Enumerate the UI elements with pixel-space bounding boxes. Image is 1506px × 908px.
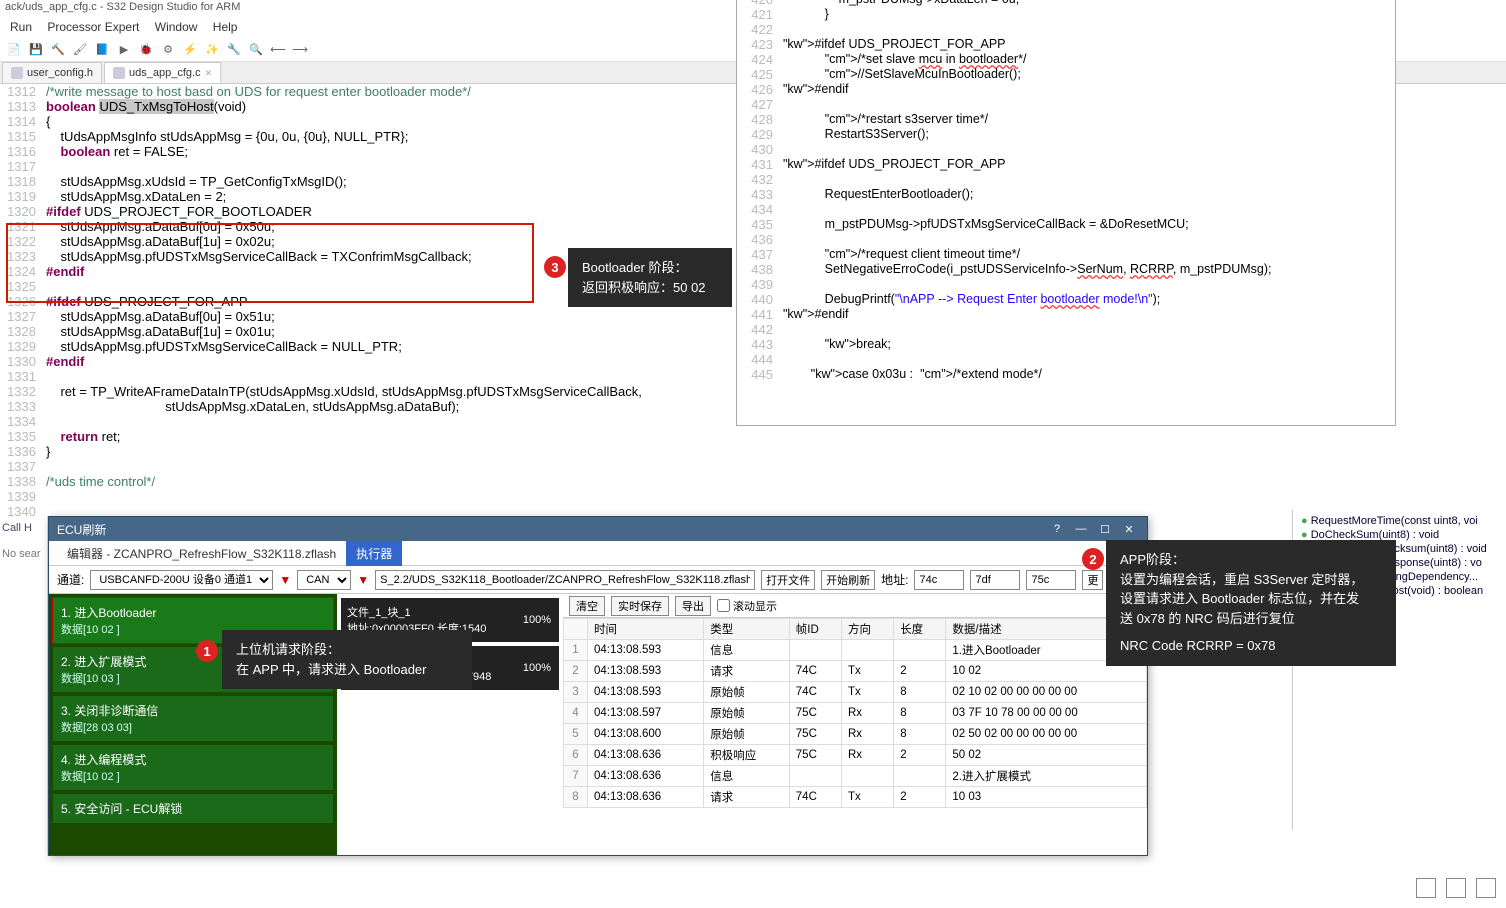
device-select[interactable]: USBCANFD-200U 设备0 通道1 (90, 570, 273, 590)
log-table[interactable]: 时间类型帧ID方向长度数据/描述104:13:08.593信息1.进入Bootl… (563, 618, 1147, 808)
log-toolbar: 清空 实时保存 导出 滚动显示 (563, 594, 1147, 618)
clear-button[interactable]: 清空 (569, 596, 605, 616)
table-row[interactable]: 304:13:08.593原始帧74CTx802 10 02 00 00 00 … (564, 682, 1147, 703)
ecu-window[interactable]: ECU刷新 ? — ☐ ✕ 编辑器 - ZCANPRO_RefreshFlow_… (48, 516, 1148, 856)
ecu-title: ECU刷新 (57, 521, 106, 538)
h-file-icon (11, 67, 23, 79)
save-button[interactable]: 实时保存 (611, 596, 669, 616)
wand-icon[interactable]: ✨ (204, 42, 220, 58)
table-row[interactable]: 804:13:08.636请求74CTx210 03 (564, 787, 1147, 808)
c-file-icon (113, 67, 125, 79)
run-icon[interactable]: ▶ (116, 42, 132, 58)
table-row[interactable]: 204:13:08.593请求74CTx210 02 (564, 661, 1147, 682)
col-header[interactable]: 类型 (704, 619, 790, 640)
gear-icon[interactable]: ⚙ (160, 42, 176, 58)
path-input[interactable] (375, 570, 755, 590)
wrench-icon[interactable]: 🔧 (226, 42, 242, 58)
close-icon[interactable]: ✕ (205, 68, 213, 79)
callout-3: Bootloader 阶段：返回积极响应：50 02 (568, 248, 732, 307)
highlight-bootloader-block (6, 223, 534, 303)
spray-icon[interactable]: 🖌 (72, 42, 88, 58)
tab-editor[interactable]: 编辑器 - ZCANPRO_RefreshFlow_S32K118.zflash (57, 541, 346, 566)
export-button[interactable]: 导出 (675, 596, 711, 616)
col-header[interactable]: 帧ID (789, 619, 841, 640)
table-row[interactable]: 104:13:08.593信息1.进入Bootloader (564, 640, 1147, 661)
table-row[interactable]: 404:13:08.597原始帧75CRx803 7F 10 78 00 00 … (564, 703, 1147, 724)
warn-icon: ▼ (357, 573, 369, 587)
maximize-icon[interactable]: ☐ (1095, 520, 1115, 538)
table-row[interactable]: 504:13:08.600原始帧75CRx802 50 02 00 00 00 … (564, 724, 1147, 745)
step-item[interactable]: 4. 进入编程模式数据[10 02 ] (53, 745, 333, 790)
can-select[interactable]: CAN (297, 570, 351, 590)
hammer-icon[interactable]: 🔨 (50, 42, 66, 58)
table-row[interactable]: 604:13:08.636积极响应75CRx250 02 (564, 745, 1147, 766)
menu-help[interactable]: Help (213, 20, 238, 34)
step-item[interactable]: 5. 安全访问 - ECU解锁 (53, 794, 333, 823)
grid3-icon[interactable] (1476, 878, 1496, 898)
ecu-toolbar: 通道: USBCANFD-200U 设备0 通道1 ▼ CAN ▼ 打开文件 开始刷… (49, 566, 1147, 594)
open-file-button[interactable]: 打开文件 (761, 570, 815, 590)
table-row[interactable]: 704:13:08.636信息2.进入扩展模式 (564, 766, 1147, 787)
outline-item[interactable]: ● RequestMoreTime(const uint8, voi (1297, 514, 1502, 528)
help-icon[interactable]: ? (1047, 520, 1067, 538)
warn-icon: ▼ (279, 573, 291, 587)
close-icon[interactable]: ✕ (1119, 520, 1139, 538)
addr1-input[interactable] (914, 570, 964, 590)
addr3-input[interactable] (1026, 570, 1076, 590)
view-mode-icons[interactable] (1416, 878, 1496, 898)
debug-icon[interactable]: 🐞 (138, 42, 154, 58)
col-header[interactable]: 长度 (894, 619, 946, 640)
callout-1: 上位机请求阶段：在 APP 中，请求进入 Bootloader (222, 630, 472, 689)
menu-window[interactable]: Window (155, 20, 198, 34)
side-strip: Call H No sear (0, 516, 48, 856)
minimize-icon[interactable]: — (1071, 520, 1091, 538)
grid2-icon[interactable] (1446, 878, 1466, 898)
more-button[interactable]: 更 (1082, 570, 1103, 590)
badge-2: 2 (1082, 548, 1104, 570)
col-header[interactable]: 时间 (588, 619, 704, 640)
menu-pe[interactable]: Processor Expert (47, 20, 139, 34)
badge-3: 3 (544, 256, 566, 278)
bolt-icon[interactable]: ⚡ (182, 42, 198, 58)
badge-1: 1 (196, 640, 218, 662)
tab-exec[interactable]: 执行器 (346, 541, 402, 566)
scroll-checkbox[interactable]: 滚动显示 (717, 598, 777, 614)
col-header[interactable]: 方向 (841, 619, 893, 640)
addr-label: 地址: (881, 571, 908, 588)
no-search: No sear (0, 540, 47, 568)
new-icon[interactable]: 📄 (6, 42, 22, 58)
book-icon[interactable]: 📘 (94, 42, 110, 58)
grid1-icon[interactable] (1416, 878, 1436, 898)
save-icon[interactable]: 💾 (28, 42, 44, 58)
call-h-label: Call H (0, 516, 47, 540)
editor-right[interactable]: 4154164174184194204214224234244254264274… (736, 0, 1396, 426)
channel-label: 通道: (57, 571, 84, 588)
tab-user-config[interactable]: user_config.h (2, 62, 102, 83)
ecu-tabbar: 编辑器 - ZCANPRO_RefreshFlow_S32K118.zflash… (49, 541, 1147, 566)
addr2-input[interactable] (970, 570, 1020, 590)
callout-2: APP阶段：设置为编程会话，重启 S3Server 定时器，设置请求进入 Boo… (1106, 540, 1396, 666)
tab-uds-app-cfg[interactable]: uds_app_cfg.c✕ (104, 62, 221, 83)
nav-fwd-icon[interactable]: ⟶ (292, 42, 308, 58)
search-icon[interactable]: 🔍 (248, 42, 264, 58)
step-item[interactable]: 3. 关闭非诊断通信数据[28 03 03] (53, 696, 333, 741)
menu-run[interactable]: Run (10, 20, 32, 34)
log-panel: 清空 实时保存 导出 滚动显示 时间类型帧ID方向长度数据/描述104:13:0… (563, 594, 1147, 855)
start-refresh-button[interactable]: 开始刷新 (821, 570, 875, 590)
nav-back-icon[interactable]: ⟵ (270, 42, 286, 58)
ecu-titlebar[interactable]: ECU刷新 ? — ☐ ✕ (49, 517, 1147, 541)
